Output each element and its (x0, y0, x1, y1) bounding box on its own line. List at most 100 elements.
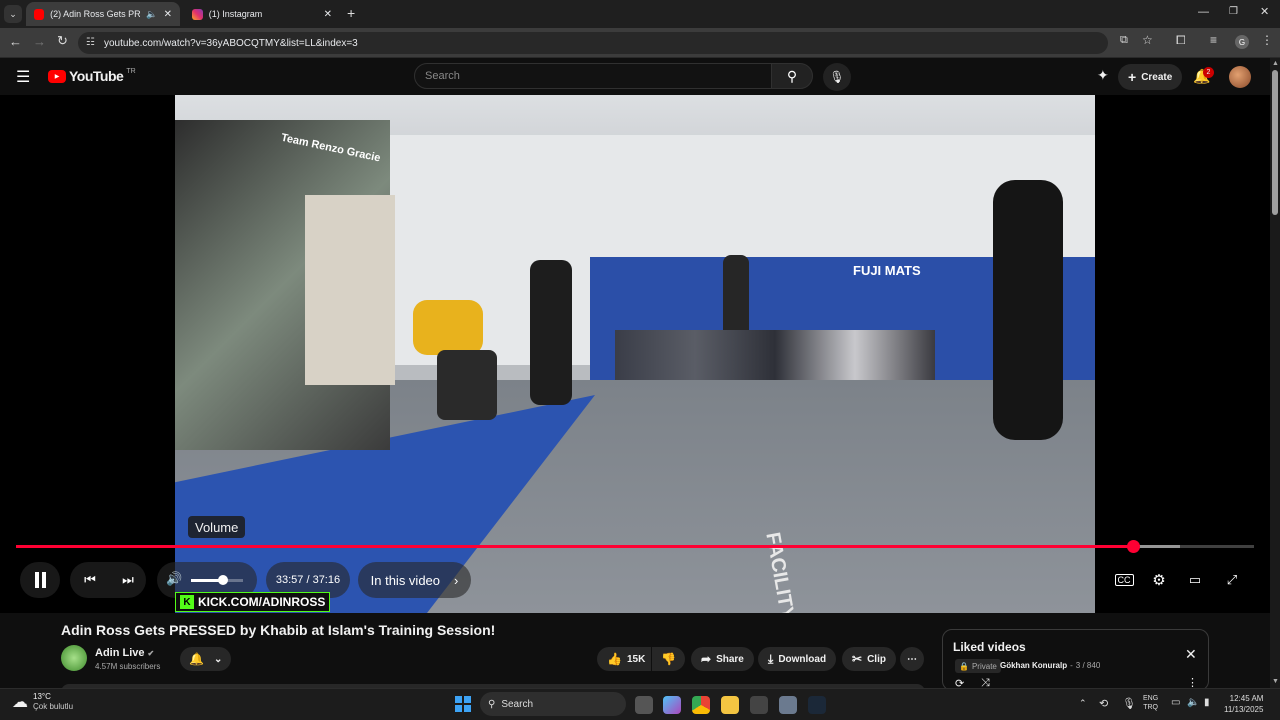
start-button[interactable] (455, 696, 471, 712)
settings-button[interactable]: ⚙ (1142, 562, 1176, 598)
clip-button[interactable]: ✂ Clip (842, 647, 896, 671)
chapter-button[interactable]: In this video › (358, 562, 471, 598)
doorway (305, 195, 395, 385)
pause-button[interactable] (20, 562, 60, 598)
address-input[interactable]: ☷ youtube.com/watch?v=36yABOCQTMY&list=L… (78, 32, 1108, 54)
microphone-icon[interactable]: 🎙 (1122, 697, 1136, 710)
search-input[interactable]: Search (414, 63, 772, 89)
tab-instagram[interactable]: (1) Instagram ✕ (184, 2, 340, 26)
scroll-down-arrow[interactable]: ▼ (1272, 678, 1279, 685)
speaker-icon[interactable]: 🔈 (146, 9, 157, 20)
game-icon[interactable] (750, 696, 768, 714)
lang-top: ENG (1143, 695, 1159, 702)
browser-menu-icon[interactable]: ⋮ (1261, 33, 1273, 47)
video-player[interactable]: FUJI MATS Team Renzo Gracie FACILITY Vol… (0, 95, 1270, 613)
restore-icon[interactable]: ❐ (1229, 6, 1238, 17)
clock[interactable]: 12:45 AM 11/13/2025 (1224, 693, 1263, 715)
playlist-owner[interactable]: Gökhan Konuralp -3 / 840 (1000, 661, 1100, 670)
watermark-text: KICK.COM/ADINROSS (198, 595, 326, 609)
language-indicator[interactable]: ENG TRQ (1143, 694, 1158, 712)
channel-name-text: Adin Live (95, 647, 145, 659)
notification-subscribe-button[interactable]: 🔔 ⌄ (180, 647, 232, 671)
page-scrollbar[interactable]: ▲ ▼ (1270, 58, 1280, 688)
chrome-icon[interactable] (692, 696, 710, 714)
notification-badge: 2 (1203, 67, 1214, 78)
settings-app-icon[interactable] (779, 696, 797, 714)
tab-title: (1) Instagram (208, 9, 263, 19)
captions-button[interactable]: CC (1106, 562, 1142, 598)
hamburger-menu-icon[interactable]: ☰ (16, 67, 30, 87)
person-walking-right (993, 180, 1063, 440)
steam-icon[interactable] (808, 696, 826, 714)
extensions-icon[interactable]: ⧠ (1176, 33, 1186, 48)
taskbar-search[interactable]: ⚲ Search (480, 692, 626, 716)
cc-icon: CC (1114, 574, 1134, 586)
progress-track[interactable] (16, 540, 1254, 553)
close-tab-icon[interactable]: ✕ (324, 9, 332, 20)
scroll-up-arrow[interactable]: ▲ (1272, 60, 1279, 67)
back-icon[interactable]: ← (9, 34, 22, 49)
copilot-icon[interactable] (663, 696, 681, 714)
voice-search-button[interactable]: 🎙 (823, 63, 851, 91)
network-icon[interactable]: ▭ (1171, 697, 1180, 708)
account-avatar[interactable] (1229, 66, 1251, 88)
new-tab-button[interactable]: + (347, 5, 355, 21)
channel-avatar[interactable] (61, 645, 87, 671)
forward-icon[interactable]: → (33, 34, 46, 49)
fullscreen-button[interactable]: ⤢ (1215, 562, 1249, 598)
close-tab-icon[interactable]: ✕ (164, 9, 172, 20)
install-icon[interactable]: ⧉ (1120, 34, 1128, 47)
tray-overflow-icon[interactable]: ⌃ (1079, 698, 1087, 709)
bookmark-star-icon[interactable]: ☆ (1142, 33, 1153, 47)
person-standing-black (530, 260, 572, 405)
task-view-icon[interactable] (635, 696, 653, 714)
video-frame[interactable]: FUJI MATS Team Renzo Gracie FACILITY (175, 95, 1095, 613)
volume-icon[interactable]: 🔊 (166, 571, 182, 587)
youtube-play-icon: ▶ (48, 69, 66, 83)
theater-icon: ▭ (1188, 572, 1202, 587)
clock-time: 12:45 AM (1229, 694, 1264, 703)
clip-label: Clip (867, 653, 886, 665)
channel-name[interactable]: Adin Live ✔ (95, 647, 154, 659)
theater-mode-button[interactable]: ▭ (1178, 562, 1212, 598)
share-button[interactable]: ➦ Share (691, 647, 754, 671)
create-button[interactable]: + Create (1118, 64, 1183, 90)
media-control-icon[interactable]: ≡ (1210, 33, 1217, 47)
download-button[interactable]: ⤓ Download (758, 647, 837, 671)
weather-widget[interactable]: ☁ 13°C Çok bulutlu (12, 692, 73, 712)
search-button[interactable]: ⚲ (771, 63, 813, 89)
youtube-logo[interactable]: ▶ YouTube TR (48, 68, 136, 84)
next-button[interactable]: ⏭ (110, 562, 146, 598)
more-actions-button[interactable]: ⋯ (900, 647, 924, 671)
people-sitting-row (615, 330, 935, 380)
tab-search-button[interactable]: ⌄ (4, 5, 22, 23)
volume-tray-icon[interactable]: 🔈 (1187, 697, 1199, 708)
site-info-icon[interactable]: ☷ (86, 37, 95, 48)
minimize-icon[interactable]: — (1198, 6, 1209, 18)
download-label: Download (778, 653, 827, 665)
kick-logo-icon: K (180, 595, 194, 609)
sync-icon[interactable]: ⟲ (1099, 697, 1108, 710)
video-title: Adin Ross Gets PRESSED by Khabib at Isla… (61, 622, 496, 638)
profile-avatar[interactable]: G (1235, 35, 1249, 49)
playlist-position: 3 / 840 (1075, 661, 1101, 670)
volume-slider-thumb[interactable] (218, 575, 229, 585)
like-button[interactable]: 👍 15K (597, 647, 651, 671)
premium-icon[interactable]: ✦ (1097, 67, 1109, 84)
volume-slider-track[interactable] (191, 575, 243, 585)
scrollbar-thumb[interactable] (1272, 70, 1278, 215)
tab-title: (2) Adin Ross Gets PRESSED (50, 9, 141, 19)
lock-icon: 🔒 (959, 661, 969, 671)
close-window-icon[interactable]: ✕ (1260, 5, 1269, 18)
youtube-wordmark: YouTube (69, 68, 124, 84)
file-explorer-icon[interactable] (721, 696, 739, 714)
dislike-button[interactable]: 👎 (652, 647, 685, 671)
battery-icon[interactable]: ▮ (1204, 697, 1210, 708)
share-icon: ➦ (701, 652, 712, 666)
progress-scrubber[interactable] (1126, 540, 1140, 553)
tab-youtube[interactable]: (2) Adin Ross Gets PRESSED 🔈 ✕ (26, 2, 180, 26)
reload-icon[interactable]: ↻ (57, 33, 68, 49)
close-icon[interactable]: ✕ (1185, 646, 1197, 663)
scissors-icon: ✂ (852, 652, 863, 666)
previous-button[interactable]: ⏮ (70, 562, 110, 598)
